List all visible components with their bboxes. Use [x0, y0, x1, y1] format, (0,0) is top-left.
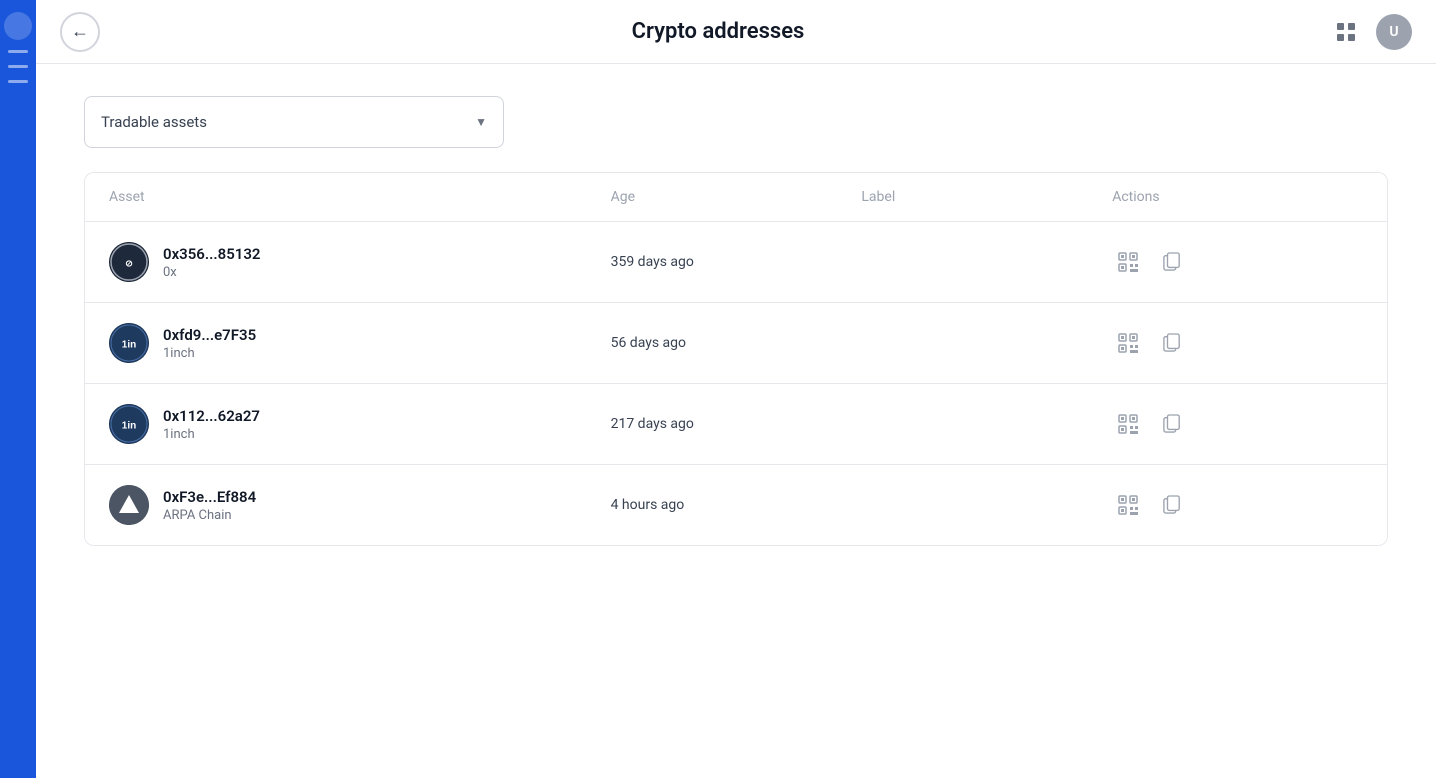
asset-address: 0x112...62a27 [163, 407, 260, 425]
svg-text:1in: 1in [122, 340, 136, 351]
actions-cell [1112, 408, 1363, 440]
qr-code-icon [1118, 333, 1138, 353]
asset-cell: 0xF3e...Ef884 ARPA Chain [109, 485, 611, 525]
asset-cell: 1in 0x112...62a27 1inch [109, 404, 611, 444]
0x-logo-icon: ⊘ [109, 242, 149, 282]
tradable-assets-dropdown[interactable]: Tradable assets ▼ [84, 96, 504, 148]
copy-address-button[interactable] [1156, 327, 1188, 359]
column-header-age: Age [611, 189, 862, 205]
content-area: Tradable assets ▼ Asset Age Label Action… [36, 64, 1436, 778]
copy-address-button[interactable] [1156, 489, 1188, 521]
age-cell: 4 hours ago [611, 497, 862, 513]
main-content: ← Crypto addresses U Tradable assets [36, 0, 1436, 778]
asset-address: 0x356...85132 [163, 245, 261, 263]
sidebar [0, 0, 36, 778]
qr-code-icon [1118, 495, 1138, 515]
avatar[interactable]: U [1376, 14, 1412, 50]
table-row: 1in 0x112...62a27 1inch 217 days ago [85, 384, 1387, 465]
actions-cell [1112, 327, 1363, 359]
back-arrow-icon: ← [71, 21, 89, 42]
table-header: Asset Age Label Actions [85, 173, 1387, 222]
asset-symbol: ARPA Chain [163, 508, 256, 523]
sidebar-rect-3 [8, 80, 28, 83]
svg-text:⊘: ⊘ [126, 257, 133, 270]
grid-apps-button[interactable] [1328, 14, 1364, 50]
copy-address-button[interactable] [1156, 246, 1188, 278]
asset-icon-0x: ⊘ [109, 242, 149, 282]
page-title: Crypto addresses [632, 19, 805, 44]
column-header-label: Label [861, 189, 1112, 205]
copy-icon [1163, 414, 1181, 434]
table-row: ⊘ 0x356...85132 0x 359 days ago [85, 222, 1387, 303]
age-cell: 217 days ago [611, 416, 862, 432]
asset-info: 0x112...62a27 1inch [163, 407, 260, 442]
qr-code-icon [1118, 414, 1138, 434]
svg-text:1in: 1in [122, 421, 136, 432]
asset-icon-1inch: 1in [109, 404, 149, 444]
filter-dropdown-wrapper: Tradable assets ▼ [84, 96, 1388, 148]
asset-symbol: 1inch [163, 427, 260, 442]
column-header-actions: Actions [1112, 189, 1363, 205]
actions-cell [1112, 489, 1363, 521]
header-right: U [1328, 14, 1412, 50]
qr-code-button[interactable] [1112, 327, 1144, 359]
asset-address: 0xfd9...e7F35 [163, 326, 256, 344]
age-cell: 56 days ago [611, 335, 862, 351]
asset-address: 0xF3e...Ef884 [163, 488, 256, 506]
actions-cell [1112, 246, 1363, 278]
asset-info: 0xfd9...e7F35 1inch [163, 326, 256, 361]
arpa-logo-icon [109, 485, 149, 525]
asset-icon-1inch: 1in [109, 323, 149, 363]
asset-cell: ⊘ 0x356...85132 0x [109, 242, 611, 282]
qr-code-button[interactable] [1112, 489, 1144, 521]
asset-cell: 1in 0xfd9...e7F35 1inch [109, 323, 611, 363]
sidebar-rect-1 [8, 50, 28, 53]
back-button[interactable]: ← [60, 12, 100, 52]
table-row: 0xF3e...Ef884 ARPA Chain 4 hours ago [85, 465, 1387, 545]
avatar-initials: U [1389, 24, 1398, 40]
crypto-addresses-table: Asset Age Label Actions ⊘ 0x356...85132 … [84, 172, 1388, 546]
table-row: 1in 0xfd9...e7F35 1inch 56 days ago [85, 303, 1387, 384]
asset-icon-arpa [109, 485, 149, 525]
asset-info: 0xF3e...Ef884 ARPA Chain [163, 488, 256, 523]
asset-symbol: 0x [163, 265, 261, 280]
header: ← Crypto addresses U [36, 0, 1436, 64]
qr-code-button[interactable] [1112, 408, 1144, 440]
qr-code-button[interactable] [1112, 246, 1144, 278]
age-cell: 359 days ago [611, 254, 862, 270]
copy-icon [1163, 495, 1181, 515]
table-body: ⊘ 0x356...85132 0x 359 days ago [85, 222, 1387, 545]
grid-icon [1335, 21, 1357, 43]
qr-code-icon [1118, 252, 1138, 272]
sidebar-rect-2 [8, 65, 28, 68]
asset-symbol: 1inch [163, 346, 256, 361]
copy-address-button[interactable] [1156, 408, 1188, 440]
dropdown-selected-value: Tradable assets [101, 113, 207, 131]
chevron-down-icon: ▼ [475, 115, 487, 129]
sidebar-dot-1 [4, 12, 32, 40]
copy-icon [1163, 333, 1181, 353]
1inch-logo-icon: 1in [109, 323, 149, 363]
copy-icon [1163, 252, 1181, 272]
asset-info: 0x356...85132 0x [163, 245, 261, 280]
column-header-asset: Asset [109, 189, 611, 205]
header-left: ← [60, 12, 100, 52]
1inch-logo-icon: 1in [109, 404, 149, 444]
